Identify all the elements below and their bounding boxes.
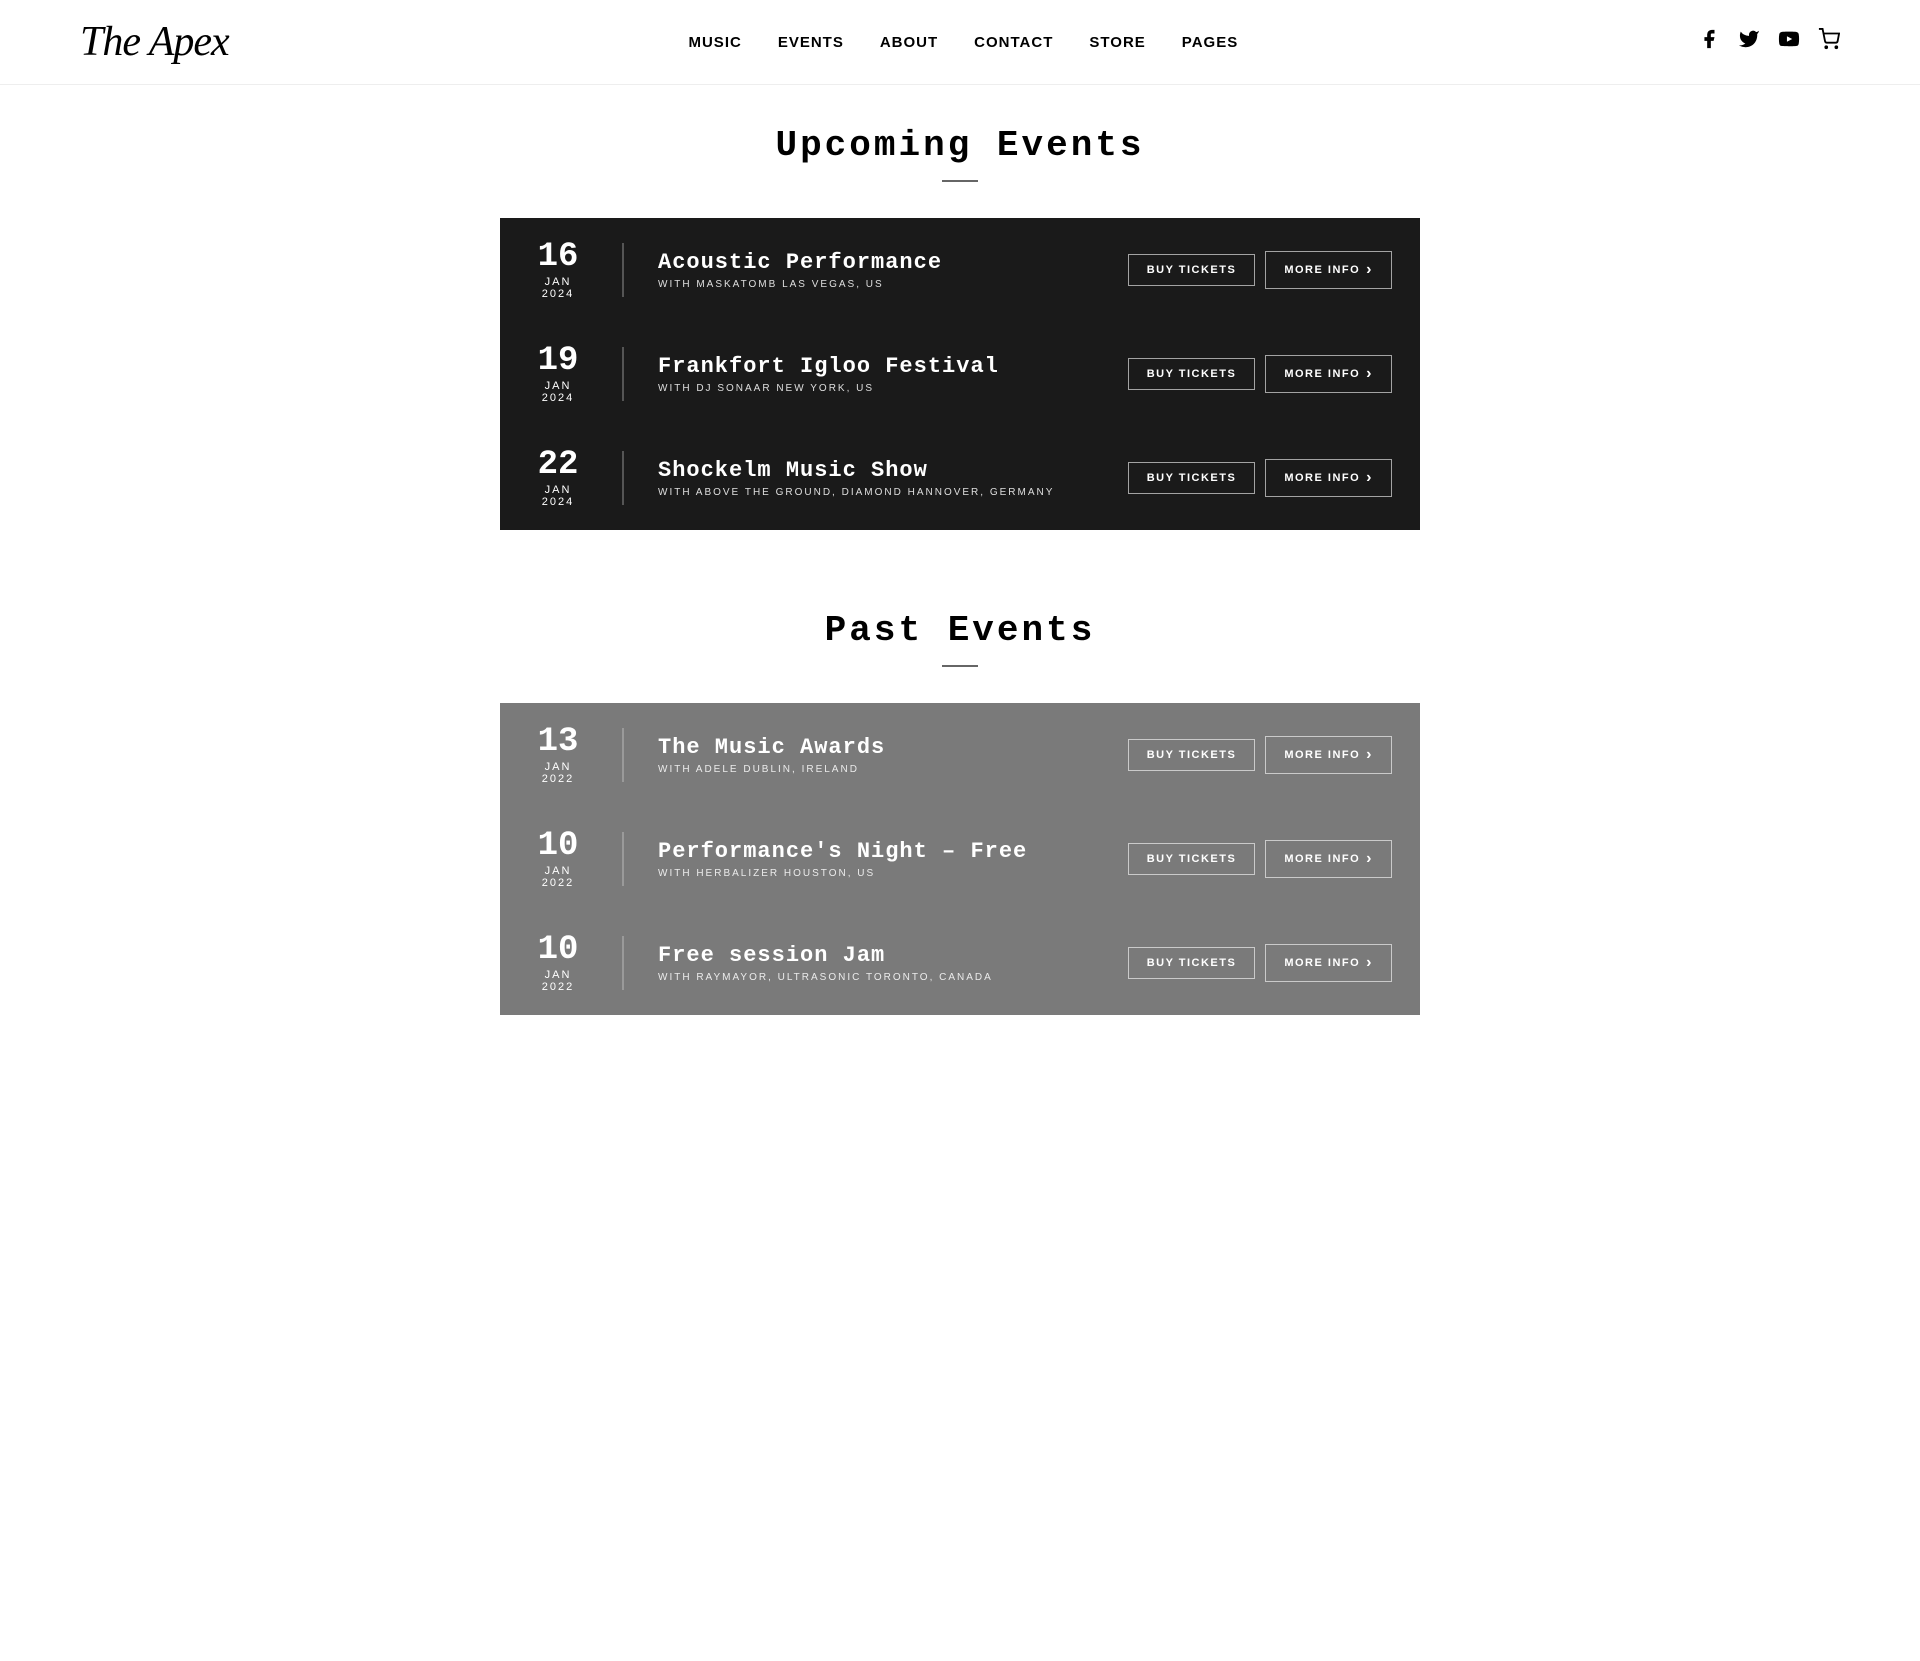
event-subtitle: WITH ABOVE THE GROUND, DIAMOND HANNOVER,…	[658, 487, 1104, 498]
nav-item-store[interactable]: STORE	[1089, 34, 1145, 51]
event-info: Acoustic Performance WITH MASKATOMB LAS …	[658, 250, 1104, 290]
past-divider	[942, 665, 978, 667]
event-month: JAN	[545, 969, 572, 981]
event-day: 19	[538, 344, 579, 378]
event-subtitle: WITH DJ SONAAR NEW YORK, US	[658, 383, 1104, 394]
event-subtitle: WITH RAYMAYOR, ULTRASONIC TORONTO, CANAD…	[658, 972, 1104, 983]
event-date: 19 JAN 2024	[528, 344, 588, 404]
event-month: JAN	[545, 276, 572, 288]
upcoming-events-section: Upcoming Events 16 JAN 2024 Acoustic Per…	[500, 125, 1420, 530]
upcoming-divider	[942, 180, 978, 182]
event-date-divider	[622, 451, 624, 505]
buy-tickets-button[interactable]: BUY TICKETS	[1128, 843, 1256, 875]
event-year: 2024	[542, 288, 574, 300]
buy-tickets-button[interactable]: BUY TICKETS	[1128, 947, 1256, 979]
event-row: 10 JAN 2022 Performance's Night – Free W…	[500, 807, 1420, 911]
event-date: 10 JAN 2022	[528, 829, 588, 889]
event-info: Shockelm Music Show WITH ABOVE THE GROUN…	[658, 458, 1104, 498]
event-info: Frankfort Igloo Festival WITH DJ SONAAR …	[658, 354, 1104, 394]
main-nav: MUSIC EVENTS ABOUT CONTACT STORE PAGES	[688, 34, 1238, 51]
event-date: 22 JAN 2024	[528, 448, 588, 508]
event-date-divider	[622, 728, 624, 782]
youtube-icon[interactable]	[1778, 28, 1800, 56]
event-date: 13 JAN 2022	[528, 725, 588, 785]
event-month: JAN	[545, 380, 572, 392]
facebook-icon[interactable]	[1698, 28, 1720, 56]
event-name: Free session Jam	[658, 943, 1104, 968]
event-day: 16	[538, 240, 579, 274]
past-events-section: Past Events 13 JAN 2022 The Music Awards…	[500, 610, 1420, 1015]
more-info-button[interactable]: MORE INFO	[1265, 459, 1392, 497]
event-date: 10 JAN 2022	[528, 933, 588, 993]
event-year: 2022	[542, 877, 574, 889]
upcoming-events-list: 16 JAN 2024 Acoustic Performance WITH MA…	[500, 218, 1420, 530]
event-day: 10	[538, 829, 579, 863]
nav-item-pages[interactable]: PAGES	[1182, 34, 1238, 51]
event-row: 13 JAN 2022 The Music Awards WITH ADELE …	[500, 703, 1420, 807]
buy-tickets-button[interactable]: BUY TICKETS	[1128, 358, 1256, 390]
event-row: 22 JAN 2024 Shockelm Music Show WITH ABO…	[500, 426, 1420, 530]
event-info: Performance's Night – Free WITH HERBALIZ…	[658, 839, 1104, 879]
nav-item-contact[interactable]: CONTACT	[974, 34, 1053, 51]
event-actions: BUY TICKETS MORE INFO	[1128, 459, 1392, 497]
event-name: The Music Awards	[658, 735, 1104, 760]
event-year: 2022	[542, 981, 574, 993]
event-day: 13	[538, 725, 579, 759]
event-month: JAN	[545, 761, 572, 773]
event-subtitle: WITH ADELE DUBLIN, IRELAND	[658, 764, 1104, 775]
more-info-button[interactable]: MORE INFO	[1265, 251, 1392, 289]
more-info-button[interactable]: MORE INFO	[1265, 840, 1392, 878]
past-events-list: 13 JAN 2022 The Music Awards WITH ADELE …	[500, 703, 1420, 1015]
cart-icon[interactable]	[1818, 28, 1840, 56]
event-date-divider	[622, 243, 624, 297]
social-icons-group	[1698, 28, 1840, 56]
buy-tickets-button[interactable]: BUY TICKETS	[1128, 739, 1256, 771]
event-name: Frankfort Igloo Festival	[658, 354, 1104, 379]
more-info-button[interactable]: MORE INFO	[1265, 355, 1392, 393]
event-actions: BUY TICKETS MORE INFO	[1128, 944, 1392, 982]
event-actions: BUY TICKETS MORE INFO	[1128, 251, 1392, 289]
site-logo[interactable]: The Apex	[80, 18, 229, 66]
main-content: Upcoming Events 16 JAN 2024 Acoustic Per…	[480, 85, 1440, 1155]
buy-tickets-button[interactable]: BUY TICKETS	[1128, 254, 1256, 286]
nav-item-events[interactable]: EVENTS	[778, 34, 844, 51]
event-year: 2024	[542, 392, 574, 404]
event-year: 2022	[542, 773, 574, 785]
event-month: JAN	[545, 865, 572, 877]
event-info: Free session Jam WITH RAYMAYOR, ULTRASON…	[658, 943, 1104, 983]
upcoming-title: Upcoming Events	[500, 125, 1420, 166]
event-actions: BUY TICKETS MORE INFO	[1128, 355, 1392, 393]
event-date-divider	[622, 936, 624, 990]
event-subtitle: WITH MASKATOMB LAS VEGAS, US	[658, 279, 1104, 290]
more-info-button[interactable]: MORE INFO	[1265, 944, 1392, 982]
event-name: Acoustic Performance	[658, 250, 1104, 275]
past-title: Past Events	[500, 610, 1420, 651]
event-day: 22	[538, 448, 579, 482]
event-date-divider	[622, 347, 624, 401]
twitter-icon[interactable]	[1738, 28, 1760, 56]
event-subtitle: WITH HERBALIZER HOUSTON, US	[658, 868, 1104, 879]
event-row: 16 JAN 2024 Acoustic Performance WITH MA…	[500, 218, 1420, 322]
more-info-button[interactable]: MORE INFO	[1265, 736, 1392, 774]
nav-item-music[interactable]: MUSIC	[688, 34, 741, 51]
event-name: Performance's Night – Free	[658, 839, 1104, 864]
event-day: 10	[538, 933, 579, 967]
event-actions: BUY TICKETS MORE INFO	[1128, 736, 1392, 774]
site-header: The Apex MUSIC EVENTS ABOUT CONTACT STORE PAG…	[0, 0, 1920, 85]
event-year: 2024	[542, 496, 574, 508]
event-info: The Music Awards WITH ADELE DUBLIN, IREL…	[658, 735, 1104, 775]
nav-item-about[interactable]: ABOUT	[880, 34, 938, 51]
event-date-divider	[622, 832, 624, 886]
event-date: 16 JAN 2024	[528, 240, 588, 300]
event-name: Shockelm Music Show	[658, 458, 1104, 483]
event-month: JAN	[545, 484, 572, 496]
buy-tickets-button[interactable]: BUY TICKETS	[1128, 462, 1256, 494]
event-row: 10 JAN 2022 Free session Jam WITH RAYMAY…	[500, 911, 1420, 1015]
event-actions: BUY TICKETS MORE INFO	[1128, 840, 1392, 878]
event-row: 19 JAN 2024 Frankfort Igloo Festival WIT…	[500, 322, 1420, 426]
